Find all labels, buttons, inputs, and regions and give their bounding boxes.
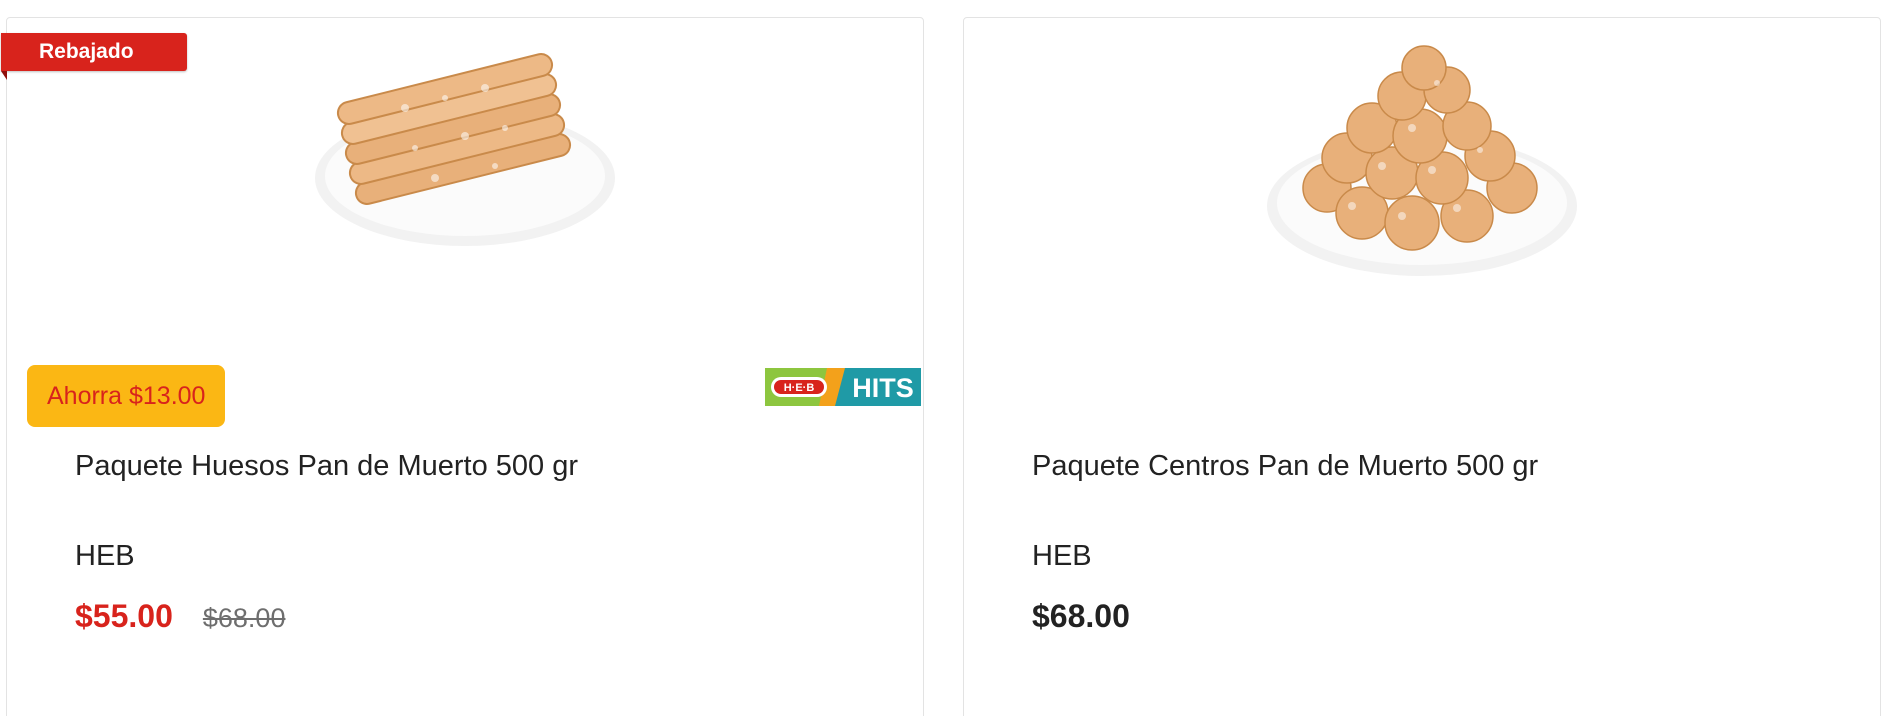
ribbon-fold	[1, 71, 7, 80]
product-image-centros[interactable]	[1252, 38, 1592, 278]
sale-price: $55.00	[75, 598, 173, 634]
price-row: $68.00	[1032, 598, 1130, 635]
product-title[interactable]: Paquete Huesos Pan de Muerto 500 gr	[75, 450, 578, 483]
original-price: $68.00	[202, 603, 286, 633]
product-card[interactable]: Rebajado Ahorra $13.00 H·E·B HITS Paquet…	[1, 17, 924, 716]
savings-badge: Ahorra $13.00	[27, 365, 226, 427]
bread-rolls-icon	[1267, 45, 1577, 276]
price: $68.00	[1032, 598, 1130, 634]
product-image-huesos[interactable]	[295, 38, 635, 278]
heb-hits-logo: H·E·B HITS	[765, 368, 921, 406]
product-brand: HEB	[75, 540, 135, 572]
bread-bones-icon	[315, 53, 615, 246]
svg-text:H·E·B: H·E·B	[784, 382, 815, 394]
price-row: $55.00 $68.00	[75, 598, 285, 635]
product-title[interactable]: Paquete Centros Pan de Muerto 500 gr	[1032, 450, 1538, 483]
product-card[interactable]: Paquete Centros Pan de Muerto 500 gr HEB…	[963, 17, 1881, 716]
svg-text:HITS: HITS	[852, 373, 914, 403]
sale-ribbon: Rebajado	[1, 33, 187, 71]
product-brand: HEB	[1032, 540, 1092, 572]
